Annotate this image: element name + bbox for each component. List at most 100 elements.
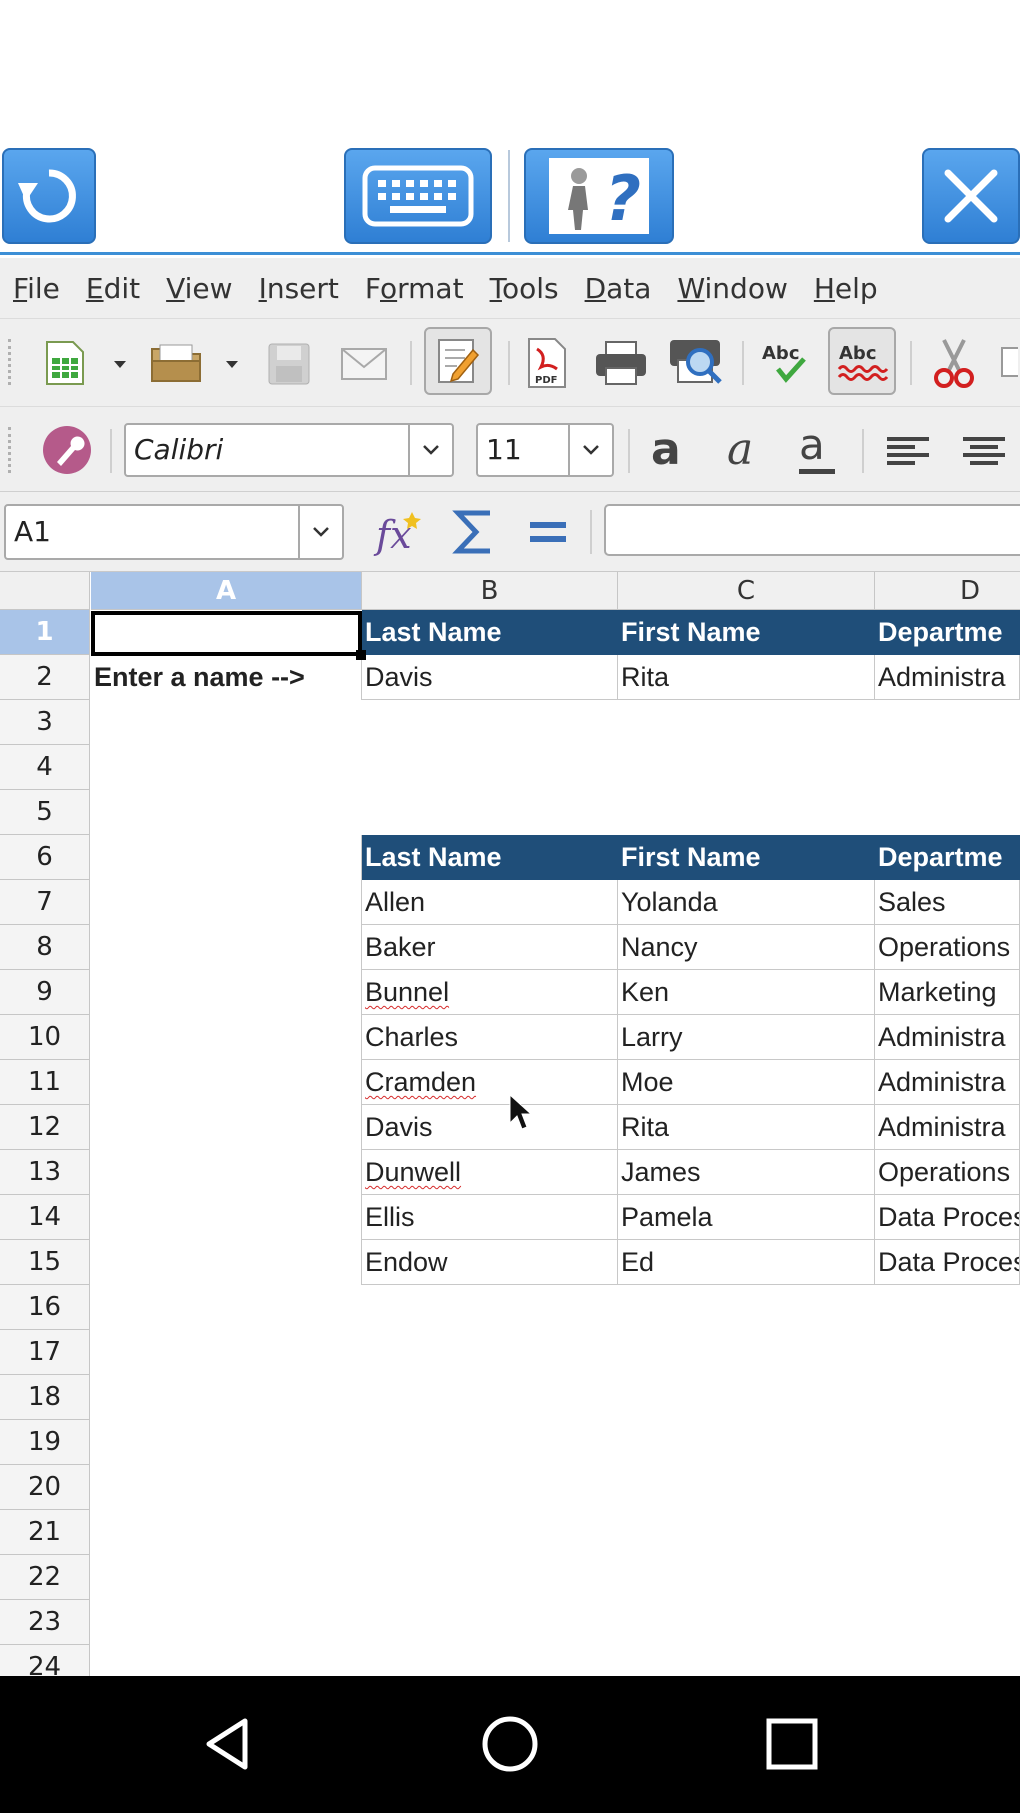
sum-button[interactable] xyxy=(446,504,502,560)
table-cell[interactable]: Operations xyxy=(875,1150,1020,1195)
cut-button[interactable] xyxy=(926,335,982,391)
font-name-combo[interactable]: Calibri xyxy=(124,423,454,477)
row-header[interactable]: 17 xyxy=(0,1330,90,1375)
email-button[interactable] xyxy=(338,343,390,385)
row-header[interactable]: 6 xyxy=(0,835,90,880)
name-box-dropdown[interactable] xyxy=(298,506,342,558)
align-left-button[interactable] xyxy=(880,431,936,471)
font-size-combo[interactable]: 11 xyxy=(476,423,614,477)
table-cell[interactable]: Endow xyxy=(362,1240,618,1285)
formula-input[interactable] xyxy=(604,504,1020,556)
row-header[interactable]: 14 xyxy=(0,1195,90,1240)
name-box[interactable]: A1 xyxy=(4,504,344,560)
menu-window[interactable]: Window xyxy=(664,272,800,305)
column-header-c[interactable]: C xyxy=(618,572,875,610)
row-header[interactable]: 16 xyxy=(0,1285,90,1330)
table-header-cell[interactable]: First Name xyxy=(618,610,875,655)
row-header[interactable]: 3 xyxy=(0,700,90,745)
back-button[interactable] xyxy=(196,1712,260,1776)
table-cell[interactable]: Operations xyxy=(875,925,1020,970)
menu-tools[interactable]: Tools xyxy=(477,272,572,305)
row-header[interactable]: 8 xyxy=(0,925,90,970)
open-dropdown-caret[interactable] xyxy=(226,361,238,368)
menu-edit[interactable]: Edit xyxy=(73,272,153,305)
menu-insert[interactable]: Insert xyxy=(246,272,352,305)
edit-mode-button[interactable] xyxy=(424,327,492,395)
table-cell[interactable]: Data Proces xyxy=(875,1240,1020,1285)
table-cell[interactable]: Davis xyxy=(362,655,618,700)
table-header-cell[interactable]: Departme xyxy=(875,610,1020,655)
font-size-dropdown[interactable] xyxy=(568,425,612,475)
row-header[interactable]: 10 xyxy=(0,1015,90,1060)
table-header-cell[interactable]: Departme xyxy=(875,835,1020,880)
table-cell[interactable]: Baker xyxy=(362,925,618,970)
table-cell[interactable]: Dunwell xyxy=(362,1150,618,1195)
row-header[interactable]: 4 xyxy=(0,745,90,790)
close-button[interactable] xyxy=(922,148,1020,244)
table-cell[interactable]: Larry xyxy=(618,1015,875,1060)
row-header[interactable]: 20 xyxy=(0,1465,90,1510)
table-cell[interactable]: Ken xyxy=(618,970,875,1015)
table-cell[interactable]: Administra xyxy=(875,1015,1020,1060)
row-header[interactable]: 7 xyxy=(0,880,90,925)
font-name-dropdown[interactable] xyxy=(408,425,452,475)
column-header-a[interactable]: A xyxy=(91,572,362,610)
row-header[interactable]: 9 xyxy=(0,970,90,1015)
print-button[interactable] xyxy=(592,339,650,387)
table-cell[interactable]: Data Proces xyxy=(875,1195,1020,1240)
active-cell-a1[interactable] xyxy=(91,611,362,656)
function-wizard-button[interactable]: fx xyxy=(370,504,430,560)
column-header-b[interactable]: B xyxy=(362,572,618,610)
bold-button[interactable]: a xyxy=(644,423,700,479)
row-header[interactable]: 23 xyxy=(0,1600,90,1645)
column-header-d[interactable]: D xyxy=(875,572,1020,610)
toolbar-grip[interactable] xyxy=(8,339,14,385)
spelling-button[interactable]: Abc xyxy=(756,335,818,389)
menu-data[interactable]: Data xyxy=(572,272,665,305)
recents-button[interactable] xyxy=(760,1712,824,1776)
table-cell[interactable]: Administra xyxy=(875,1060,1020,1105)
table-cell[interactable]: Ed xyxy=(618,1240,875,1285)
row-header[interactable]: 22 xyxy=(0,1555,90,1600)
table-cell[interactable]: Nancy xyxy=(618,925,875,970)
print-preview-button[interactable] xyxy=(666,335,728,389)
row-header[interactable]: 5 xyxy=(0,790,90,835)
table-cell[interactable]: Cramden xyxy=(362,1060,618,1105)
table-header-cell[interactable]: Last Name xyxy=(362,610,618,655)
menu-format[interactable]: Format xyxy=(352,272,477,305)
table-cell[interactable]: Ellis xyxy=(362,1195,618,1240)
menu-view[interactable]: View xyxy=(153,272,245,305)
table-cell[interactable]: Allen xyxy=(362,880,618,925)
table-cell[interactable]: Pamela xyxy=(618,1195,875,1240)
table-cell[interactable]: Charles xyxy=(362,1015,618,1060)
row-header[interactable]: 2 xyxy=(0,655,90,700)
export-pdf-button[interactable]: PDF xyxy=(522,335,572,391)
table-cell[interactable]: Yolanda xyxy=(618,880,875,925)
table-cell[interactable]: Rita xyxy=(618,1105,875,1150)
select-all-corner[interactable] xyxy=(0,572,90,610)
row-header[interactable]: 11 xyxy=(0,1060,90,1105)
row-header[interactable]: 1 xyxy=(0,610,90,655)
table-cell[interactable]: Administra xyxy=(875,655,1020,700)
row-header[interactable]: 15 xyxy=(0,1240,90,1285)
new-dropdown-caret[interactable] xyxy=(114,361,126,368)
align-center-button[interactable] xyxy=(956,431,1012,471)
row-header[interactable]: 18 xyxy=(0,1375,90,1420)
menu-file[interactable]: File xyxy=(0,272,73,305)
row-header[interactable]: 12 xyxy=(0,1105,90,1150)
table-cell[interactable]: Moe xyxy=(618,1060,875,1105)
row-header[interactable]: 21 xyxy=(0,1510,90,1555)
table-header-cell[interactable]: Last Name xyxy=(362,835,618,880)
row-header[interactable]: 19 xyxy=(0,1420,90,1465)
styles-button[interactable] xyxy=(40,423,94,477)
table-cell[interactable]: Sales xyxy=(875,880,1020,925)
open-button[interactable] xyxy=(150,339,204,387)
toolbar-grip[interactable] xyxy=(8,427,14,473)
table-cell[interactable]: James xyxy=(618,1150,875,1195)
row-header[interactable]: 13 xyxy=(0,1150,90,1195)
help-button[interactable]: ? xyxy=(524,148,674,244)
home-button[interactable] xyxy=(478,1712,542,1776)
menu-help[interactable]: Help xyxy=(801,272,891,305)
auto-spellcheck-button[interactable]: Abc xyxy=(828,327,896,395)
new-button[interactable] xyxy=(40,339,90,387)
